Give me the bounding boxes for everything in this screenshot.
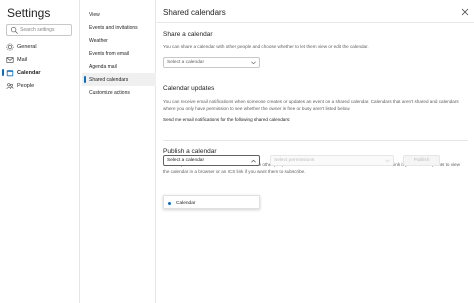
subnav-item-weather[interactable]: Weather: [82, 34, 156, 47]
sidebar-item-general[interactable]: General: [0, 40, 80, 53]
share-section-title: Share a calendar: [163, 31, 213, 38]
search-icon: [10, 26, 18, 34]
permission-select[interactable]: Select permissions: [270, 155, 394, 166]
subnav-item-events-and-invitations[interactable]: Events and invitations: [82, 21, 156, 34]
subnav-item-shared-calendars[interactable]: Shared calendars: [82, 73, 156, 86]
page-title: Shared calendars: [163, 8, 226, 17]
sidebar-item-label: People: [17, 82, 35, 89]
subnav-item-view[interactable]: View: [82, 8, 156, 21]
calendar-subnav: View Events and invitations Weather Events …: [82, 0, 156, 303]
subnav-item-agenda-mail[interactable]: Agenda mail: [82, 60, 156, 73]
people-icon: [6, 82, 14, 90]
mail-icon: [6, 56, 14, 64]
share-select-value: Select a calendar: [167, 60, 205, 65]
publish-select-value: Select a calendar: [167, 158, 205, 163]
settings-title: Settings: [7, 6, 51, 20]
sidebar-item-people[interactable]: People: [0, 79, 80, 92]
sidebar-item-calendar[interactable]: Calendar: [0, 66, 80, 79]
gear-icon: [6, 43, 14, 51]
calendar-color-dot: [168, 201, 171, 205]
header-divider: [157, 22, 474, 23]
sidebar-item-label: Mail: [17, 56, 28, 63]
section-divider: [163, 140, 468, 141]
subnav-list: View Events and invitations Weather Events …: [82, 8, 156, 99]
updates-notify-text: Send me email notifications for the foll…: [163, 117, 291, 122]
updates-description: You can receive email notifications when…: [163, 99, 459, 111]
share-description: You can share a calendar with other peop…: [163, 44, 369, 49]
publish-button[interactable]: Publish: [403, 155, 440, 166]
close-icon[interactable]: [461, 8, 469, 16]
subnav-item-customize-actions[interactable]: Customize actions: [82, 86, 156, 99]
publish-section-title: Publish a calendar: [163, 148, 217, 155]
dropdown-option-calendar[interactable]: Calendar: [164, 197, 259, 209]
search-input[interactable]: [20, 25, 71, 35]
permission-select-value: Select permissions: [274, 158, 315, 163]
sidebar-item-mail[interactable]: Mail: [0, 53, 80, 66]
dropdown-option-label: Calendar: [176, 200, 196, 206]
sidebar-item-label: Calendar: [17, 69, 41, 76]
settings-category-list: General Mail Calendar People: [0, 40, 80, 92]
chevron-down-icon: [385, 159, 390, 163]
main-panel: Shared calendars Share a calendar You ca…: [157, 0, 474, 303]
sidebar-item-label: General: [17, 43, 37, 50]
publish-calendar-select-box[interactable]: Select a calendar: [163, 155, 260, 166]
chevron-up-icon: [251, 159, 256, 163]
chevron-down-icon: [251, 61, 256, 65]
search-box[interactable]: [6, 24, 72, 36]
settings-sidebar: Settings General Mail Calendar People: [0, 0, 80, 303]
calendar-dropdown-menu: Calendar: [163, 195, 260, 209]
share-calendar-select[interactable]: Select a calendar: [163, 57, 260, 68]
calendar-icon: [6, 69, 14, 77]
subnav-item-events-from-email[interactable]: Events from email: [82, 47, 156, 60]
updates-section-title: Calendar updates: [163, 85, 215, 92]
